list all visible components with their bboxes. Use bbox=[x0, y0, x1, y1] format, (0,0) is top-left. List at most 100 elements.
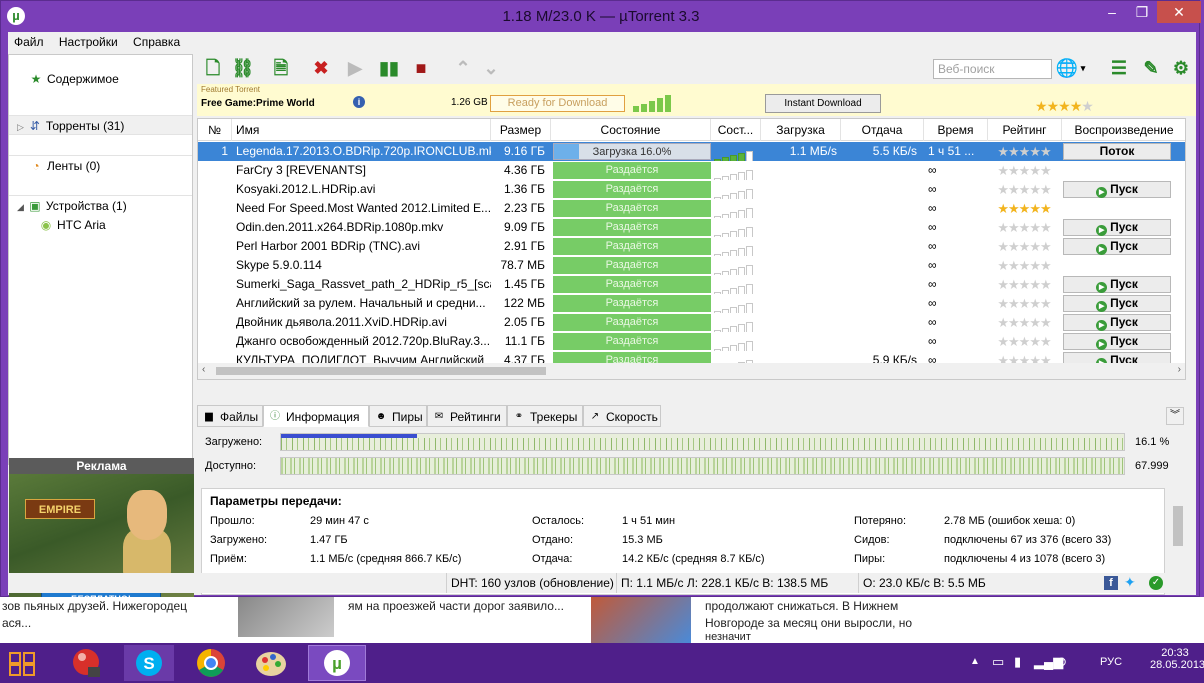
featured-name[interactable]: Free Game:Prime World bbox=[201, 98, 315, 109]
sidebar-item-htc-aria[interactable]: ◉ HTC Aria bbox=[9, 215, 192, 235]
scrollbar-thumb[interactable] bbox=[216, 367, 546, 375]
rating-stars[interactable]: ★★★★★ bbox=[988, 294, 1060, 313]
skype-icon[interactable]: S bbox=[124, 645, 174, 681]
table-row[interactable]: Sumerki_Saga_Rassvet_path_2_HDRip_r5_[sc… bbox=[198, 275, 1185, 294]
upload-status[interactable]: О: 23.0 КБ/с В: 5.5 МБ bbox=[858, 573, 1098, 593]
horizontal-scrollbar[interactable]: ‹ › bbox=[198, 363, 1185, 379]
settings-gear-icon[interactable]: ⚙ bbox=[1169, 56, 1193, 80]
column-header[interactable]: Состояние bbox=[551, 119, 711, 141]
media-app-icon[interactable] bbox=[66, 645, 116, 681]
battery-icon[interactable]: ▮ bbox=[1014, 654, 1021, 670]
instant-download-button[interactable]: Instant Download bbox=[765, 94, 881, 113]
facebook-icon[interactable]: f bbox=[1104, 576, 1118, 590]
column-header[interactable]: Загрузка bbox=[761, 119, 841, 141]
collapse-panel-icon[interactable]: ︾ bbox=[1166, 407, 1184, 425]
chrome-icon[interactable] bbox=[186, 645, 236, 681]
language-indicator[interactable]: РУС bbox=[1100, 656, 1122, 668]
move-up-icon[interactable]: ⌃ bbox=[451, 56, 475, 80]
table-row[interactable]: Kosyaki.2012.L.HDRip.avi 1.36 ГБ Раздаётся… bbox=[198, 180, 1185, 199]
download-status[interactable]: П: 1.1 МБ/с Л: 228.1 КБ/с В: 138.5 МБ bbox=[616, 573, 858, 593]
column-header[interactable]: Размер bbox=[491, 119, 551, 141]
column-header[interactable]: Рейтинг bbox=[988, 119, 1062, 141]
play-button[interactable]: ▶Пуск bbox=[1063, 333, 1171, 350]
utorrent-taskbar-icon[interactable]: µ bbox=[308, 645, 366, 681]
action-center-icon[interactable]: ▭ bbox=[992, 654, 1004, 670]
rating-stars[interactable]: ★★★★★ bbox=[988, 275, 1060, 294]
table-row[interactable]: Джанго освобожденный 2012.720p.BluRay.3.… bbox=[198, 332, 1185, 351]
maximize-button[interactable]: ❐ bbox=[1127, 1, 1157, 23]
column-header[interactable]: № bbox=[198, 119, 232, 141]
volume-muted-icon[interactable]: ⊘ bbox=[1056, 654, 1067, 670]
rating-stars[interactable]: ★★★★★ bbox=[988, 218, 1060, 237]
play-button[interactable]: Поток bbox=[1063, 143, 1171, 160]
table-row[interactable]: Английский за рулем. Начальный и средни.… bbox=[198, 294, 1185, 313]
web-search-input[interactable]: Веб-поиск bbox=[933, 59, 1052, 79]
column-header[interactable]: Сост... bbox=[711, 119, 761, 141]
info-icon[interactable]: i bbox=[353, 96, 365, 108]
create-torrent-icon[interactable]: 🗎 bbox=[269, 56, 293, 80]
clock[interactable]: 20:33 28.05.2013 bbox=[1150, 647, 1204, 671]
sidebar-item-feeds[interactable]: ◔ Ленты (0) bbox=[9, 155, 192, 175]
dropdown-arrow-icon[interactable]: ▾ bbox=[1077, 56, 1089, 80]
sidebar-item-content[interactable]: ★ Содержимое bbox=[9, 69, 192, 89]
column-header[interactable]: Воспроизведение bbox=[1062, 119, 1185, 141]
menu-settings[interactable]: Настройки bbox=[53, 32, 124, 52]
rating-stars[interactable]: ★★★★★ bbox=[988, 142, 1060, 161]
table-row[interactable]: Skype 5.9.0.114 78.7 МБ Раздаётся ∞ ★★★★★ bbox=[198, 256, 1185, 275]
start-icon[interactable]: ▶ bbox=[343, 56, 367, 80]
list-view-icon[interactable]: ☰ bbox=[1107, 56, 1131, 80]
rating-stars[interactable]: ★★★★★ bbox=[988, 332, 1060, 351]
play-button[interactable]: ▶Пуск bbox=[1063, 276, 1171, 293]
table-row[interactable]: FarCry 3 [REVENANTS] 4.36 ГБ Раздаётся ∞ ★★★… bbox=[198, 161, 1185, 180]
tab-speed[interactable]: ↗ Скорость bbox=[583, 405, 661, 427]
scroll-left-icon[interactable]: ‹ bbox=[202, 364, 205, 375]
expand-arrow-icon[interactable]: ▷ bbox=[17, 122, 24, 132]
collapse-arrow-icon[interactable]: ◢ bbox=[17, 202, 24, 212]
rating-stars[interactable]: ★★★★★ bbox=[988, 161, 1060, 180]
tab-trackers[interactable]: ⚭ Трекеры bbox=[507, 405, 583, 427]
add-url-icon[interactable]: ⛓ bbox=[231, 56, 255, 80]
pause-icon[interactable]: ▮▮ bbox=[377, 56, 401, 80]
stop-icon[interactable]: ■ bbox=[409, 56, 433, 80]
rating-stars[interactable]: ★★★★★ bbox=[988, 199, 1060, 218]
table-row[interactable]: Двойник дьявола.2011.XviD.HDRip.avi 2.05 … bbox=[198, 313, 1185, 332]
tab-peers[interactable]: ☻ Пиры bbox=[369, 405, 427, 427]
rating-stars[interactable]: ★★★★★ bbox=[988, 256, 1060, 275]
rating-stars[interactable]: ★★★★★ bbox=[988, 180, 1060, 199]
menu-help[interactable]: Справка bbox=[127, 32, 186, 52]
menu-file[interactable]: Файл bbox=[8, 32, 50, 52]
rating-stars[interactable]: ★★★★★ bbox=[988, 237, 1060, 256]
search-engine-icon[interactable]: 🌐 bbox=[1055, 56, 1079, 80]
close-button[interactable]: ✕ bbox=[1157, 1, 1201, 23]
move-down-icon[interactable]: ⌄ bbox=[479, 56, 503, 80]
sidebar-item-devices[interactable]: ◢ ▣ Устройства (1) bbox=[9, 195, 192, 215]
tab-ratings[interactable]: ✉ Рейтинги bbox=[427, 405, 507, 427]
play-button[interactable]: ▶Пуск bbox=[1063, 314, 1171, 331]
play-button[interactable]: ▶Пуск bbox=[1063, 295, 1171, 312]
sidebar-item-torrents[interactable]: ▷ ⇵ Торренты (31) bbox=[9, 115, 192, 135]
table-row[interactable]: Need For Speed.Most Wanted 2012.Limited … bbox=[198, 199, 1185, 218]
play-button[interactable]: ▶Пуск bbox=[1063, 238, 1171, 255]
paint-icon[interactable] bbox=[246, 645, 296, 681]
table-row[interactable]: 1 Legenda.17.2013.O.BDRip.720p.IRONCLUB.m… bbox=[198, 142, 1185, 161]
scroll-right-icon[interactable]: › bbox=[1178, 364, 1181, 375]
explorer-icon[interactable] bbox=[2, 645, 52, 681]
add-torrent-icon[interactable]: 🗋 bbox=[201, 56, 225, 80]
minimize-button[interactable]: – bbox=[1097, 1, 1127, 23]
column-header[interactable]: Имя bbox=[232, 119, 491, 141]
table-row[interactable]: Perl Harbor 2001 BDRip (TNC).avi 2.91 ГБ Р… bbox=[198, 237, 1185, 256]
tray-expand-icon[interactable]: ▲ bbox=[970, 656, 980, 667]
column-header[interactable]: Время bbox=[924, 119, 988, 141]
column-header[interactable]: Отдача bbox=[841, 119, 924, 141]
remote-icon[interactable]: ✎ bbox=[1139, 56, 1163, 80]
rating-stars[interactable]: ★★★★★ bbox=[988, 313, 1060, 332]
twitter-icon[interactable]: ✦ bbox=[1124, 574, 1136, 591]
scrollbar-thumb[interactable] bbox=[1173, 506, 1183, 546]
play-button[interactable]: ▶Пуск bbox=[1063, 219, 1171, 236]
table-row[interactable]: Odin.den.2011.x264.BDRip.1080p.mkv 9.09 Г… bbox=[198, 218, 1185, 237]
status-ok-icon[interactable]: ✓ bbox=[1149, 576, 1163, 590]
play-button[interactable]: ▶Пуск bbox=[1063, 181, 1171, 198]
tab-info[interactable]: ⓘ Информация bbox=[263, 405, 369, 427]
title-bar[interactable]: µ 1.18 M/23.0 K — µTorrent 3.3 – ❐ ✕ bbox=[1, 1, 1201, 32]
tab-files[interactable]: ▆ Файлы bbox=[197, 405, 263, 427]
